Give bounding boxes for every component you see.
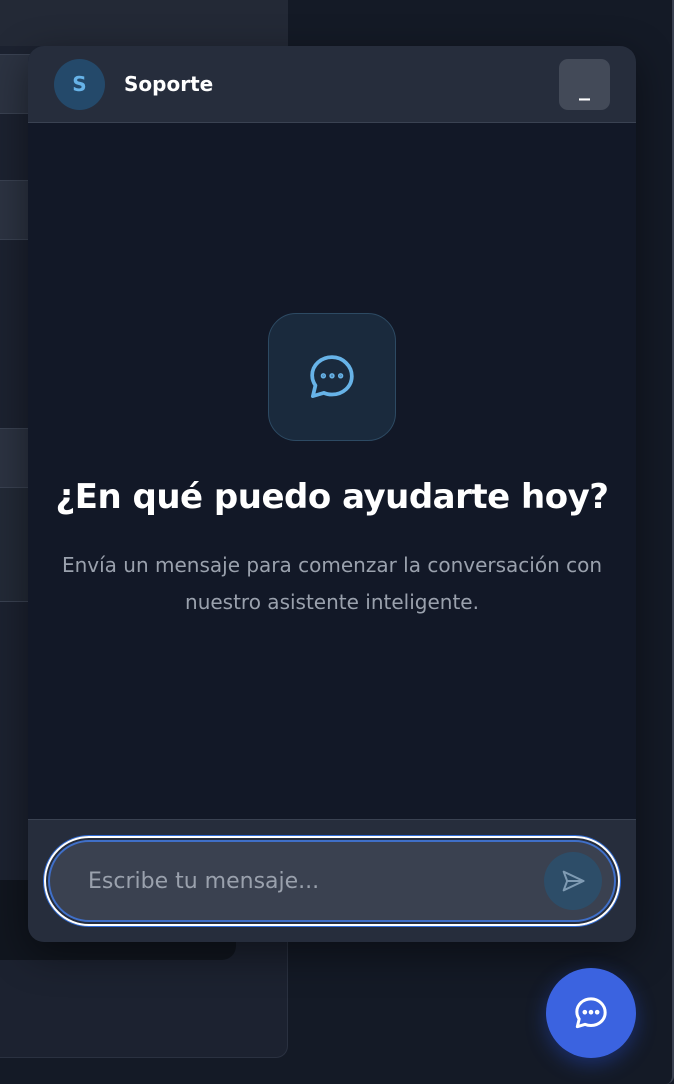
empty-state-icon-box — [268, 313, 396, 441]
chat-input-bar — [28, 819, 636, 942]
chat-widget: S Soporte _ ¿En qué puedo ayudarte hoy? … — [28, 46, 636, 942]
background-row — [0, 54, 30, 114]
minimize-button[interactable]: _ — [559, 58, 610, 110]
message-input[interactable] — [88, 868, 544, 894]
send-button[interactable] — [544, 852, 602, 910]
send-icon — [562, 870, 585, 892]
message-input-field — [48, 840, 616, 922]
empty-state-title: ¿En qué puedo ayudarte hoy? — [55, 477, 609, 517]
background-row — [0, 488, 30, 602]
chat-empty-state: ¿En qué puedo ayudarte hoy? Envía un men… — [28, 123, 636, 819]
background-panel-header — [0, 0, 288, 46]
chat-header: S Soporte _ — [28, 46, 636, 123]
background-row — [0, 180, 30, 240]
chat-bubble-dots-icon — [575, 997, 607, 1029]
avatar: S — [54, 58, 105, 110]
chat-bubble-dots-icon — [310, 355, 354, 398]
background-row — [0, 428, 30, 488]
empty-state-subtitle: Envía un mensaje para comenzar la conver… — [61, 553, 603, 614]
message-input-wrapper — [44, 836, 620, 926]
chat-launcher-button[interactable] — [546, 968, 636, 1058]
chat-title: Soporte — [124, 72, 214, 96]
window-edge — [666, 0, 674, 1084]
